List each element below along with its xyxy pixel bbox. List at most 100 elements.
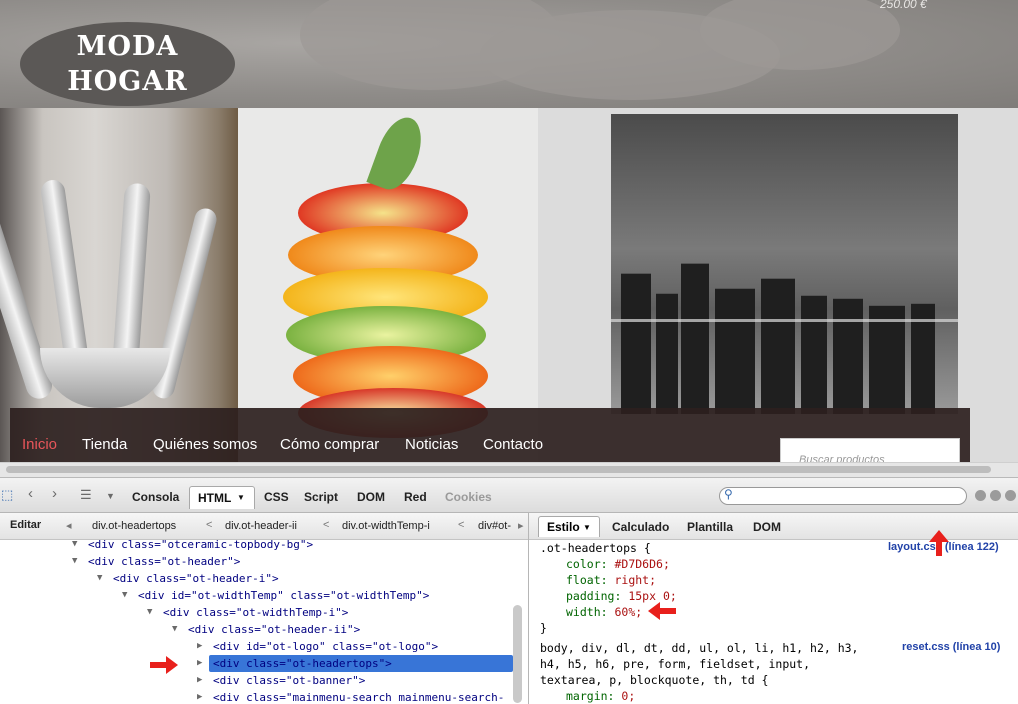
tab-html[interactable]: HTML ▼ xyxy=(189,486,255,509)
tab-red[interactable]: Red xyxy=(404,490,427,504)
css-rule-close: } xyxy=(540,621,547,635)
product-search-input[interactable]: Buscar productos xyxy=(780,438,960,462)
firebug-search-input[interactable]: ⚲ xyxy=(719,487,967,505)
firebug-panel: ⬚ ‹ › ☰ ▼ Consola HTML ▼ CSS Script DOM … xyxy=(0,477,1018,704)
bridge-lights xyxy=(611,319,958,322)
expanded-twisty-icon: ▼ xyxy=(72,539,78,549)
menu-item-noticias[interactable]: Noticias xyxy=(405,436,458,453)
collapsed-twisty-icon: ▶ xyxy=(197,675,203,685)
html-tree-pane: Editar ◂ div.ot-headertops < div.ot-head… xyxy=(0,513,529,704)
building xyxy=(715,288,755,414)
forward-icon[interactable]: › xyxy=(52,485,57,502)
logo-line-2: HOGAR xyxy=(67,66,188,97)
style-pane: Estilo ▼ Calculado Plantilla DOM .ot-hea… xyxy=(529,513,1018,704)
leaf-shape xyxy=(366,111,430,196)
close-icon[interactable] xyxy=(1005,490,1016,501)
css-property[interactable]: color: #D7D6D6; xyxy=(566,556,670,572)
collapsed-twisty-icon: ▶ xyxy=(197,692,203,702)
breadcrumb-item[interactable]: div.ot-widthTemp-i xyxy=(342,520,430,532)
search-icon: ⚲ xyxy=(724,487,733,501)
collapsed-twisty-icon: ▶ xyxy=(197,658,203,668)
building xyxy=(833,298,863,414)
css-rules: .ot-headertops { layout.css (línea 122) … xyxy=(529,540,1018,704)
tree-node[interactable]: ▼ <div class="ot-header-ii"> xyxy=(172,621,360,638)
menu-item-quienes-somos[interactable]: Quiénes somos xyxy=(153,436,257,453)
tab-plantilla[interactable]: Plantilla xyxy=(687,520,733,534)
scrollbar-thumb[interactable] xyxy=(6,466,991,473)
expanded-twisty-icon: ▼ xyxy=(122,590,128,600)
css-property[interactable]: float: right; xyxy=(566,572,656,588)
back-icon[interactable]: ‹ xyxy=(28,485,33,502)
menu-item-tienda[interactable]: Tienda xyxy=(82,436,127,453)
css-selector: textarea, p, blockquote, th, td { xyxy=(540,673,769,687)
detach-icon[interactable] xyxy=(990,490,1001,501)
tree-scrollbar[interactable] xyxy=(513,605,522,703)
tab-dom-side[interactable]: DOM xyxy=(753,520,781,534)
tab-estilo[interactable]: Estilo ▼ xyxy=(538,516,600,537)
crumb-arrow-icon: ▸ xyxy=(518,520,524,532)
utensil-holder xyxy=(40,348,170,408)
crumb-arrow-icon: ◂ xyxy=(66,520,72,532)
chevron-down-icon: ▼ xyxy=(237,493,245,502)
menu-item-contacto[interactable]: Contacto xyxy=(483,436,543,453)
css-source-link[interactable]: reset.css (línea 10) xyxy=(902,641,1000,653)
tab-estilo-label: Estilo xyxy=(547,520,580,534)
cart-price: 250.00 € xyxy=(880,0,927,11)
building xyxy=(761,278,795,414)
menu-item-como-comprar[interactable]: Cómo comprar xyxy=(280,436,379,453)
logo-line-1: MODA xyxy=(76,31,179,62)
breadcrumb-item[interactable]: div.ot-headertops xyxy=(92,520,176,532)
inspect-icon[interactable]: ⬚ xyxy=(1,487,13,503)
expanded-twisty-icon: ▼ xyxy=(147,607,153,617)
firebug-toolbar: ⬚ ‹ › ☰ ▼ Consola HTML ▼ CSS Script DOM … xyxy=(0,478,1018,513)
tree-node[interactable]: ▼ <div class="ot-header"> xyxy=(72,553,240,570)
tab-cookies[interactable]: Cookies xyxy=(445,490,492,504)
roller-blind-skyline xyxy=(611,114,958,414)
red-arrow-right-icon xyxy=(150,656,178,674)
tree-node[interactable]: ▼ <div class="ot-header-i"> xyxy=(97,570,279,587)
red-arrow-left-icon xyxy=(648,602,676,620)
tree-node[interactable]: ▶ <div id="ot-logo" class="ot-logo"> xyxy=(197,638,438,655)
crumb-separator-icon: < xyxy=(206,519,213,531)
dropdown-arrow-icon[interactable]: ▼ xyxy=(106,491,115,501)
tab-html-label: HTML xyxy=(198,491,232,505)
css-selector: body, div, dl, dt, dd, ul, ol, li, h1, h… xyxy=(540,641,859,655)
expanded-twisty-icon: ▼ xyxy=(72,556,78,566)
red-arrow-up-icon xyxy=(929,530,949,556)
breadcrumb-item[interactable]: div.ot-header-ii xyxy=(225,520,297,532)
tree-node[interactable]: ▼ <div class="otceramic-topbody-bg"> xyxy=(72,536,313,553)
edit-button[interactable]: Editar xyxy=(4,518,47,532)
menu-item-inicio[interactable]: Inicio xyxy=(22,436,57,453)
tab-css[interactable]: CSS xyxy=(264,490,289,504)
chevron-down-icon: ▼ xyxy=(583,523,591,532)
search-placeholder: Buscar productos xyxy=(799,454,885,462)
breadcrumb-item[interactable]: div#ot- xyxy=(478,520,511,532)
css-property[interactable]: margin: 0; xyxy=(566,688,635,704)
website-viewport: 250.00 € MODA HOGAR Inicio Tienda Quiéne… xyxy=(0,0,1018,462)
tab-dom[interactable]: DOM xyxy=(357,490,385,504)
site-logo[interactable]: MODA HOGAR xyxy=(20,22,235,106)
tree-node[interactable]: ▶ <div class="mainmenu-search mainmenu-se… xyxy=(197,689,504,704)
site-header: 250.00 € MODA HOGAR xyxy=(0,0,1018,108)
tree-node[interactable]: ▼ <div class="ot-widthTemp-i"> xyxy=(147,604,348,621)
horizontal-scrollbar[interactable] xyxy=(0,462,1018,477)
minimize-icon[interactable] xyxy=(975,490,986,501)
tree-node-selected[interactable]: ▶ <div class="ot-headertops"> xyxy=(197,655,513,672)
tab-consola[interactable]: Consola xyxy=(132,490,179,504)
crumb-separator-icon: < xyxy=(458,519,465,531)
css-property[interactable]: width: 60%; xyxy=(566,604,642,620)
css-selector: .ot-headertops { xyxy=(540,541,651,555)
building xyxy=(656,293,678,414)
crumb-separator-icon: < xyxy=(323,519,330,531)
html-tree: ▼ <div class="otceramic-topbody-bg"> ▼ <di… xyxy=(0,538,513,704)
building xyxy=(621,273,651,414)
menu-lines-icon[interactable]: ☰ xyxy=(80,487,92,503)
css-selector: h4, h5, h6, pre, form, fieldset, input, xyxy=(540,657,811,671)
tree-node[interactable]: ▼ <div id="ot-widthTemp" class="ot-widthT… xyxy=(122,587,429,604)
building xyxy=(681,263,709,414)
tab-calculado[interactable]: Calculado xyxy=(612,520,669,534)
tree-node[interactable]: ▶ <div class="ot-banner"> xyxy=(197,672,365,689)
expanded-twisty-icon: ▼ xyxy=(172,624,178,634)
expanded-twisty-icon: ▼ xyxy=(97,573,103,583)
tab-script[interactable]: Script xyxy=(304,490,338,504)
